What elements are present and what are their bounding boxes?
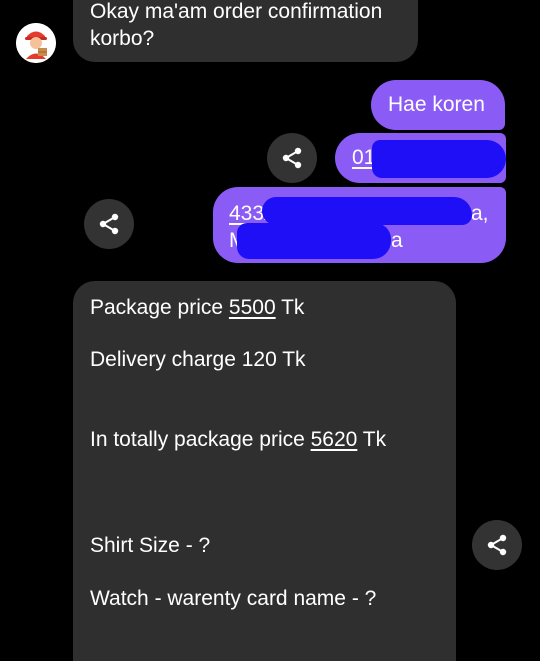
share-icon <box>99 213 119 235</box>
package-price-line: Package price 5500 Tk <box>90 296 305 319</box>
incoming-message-package-details[interactable]: Package price 5500 Tk Delivery charge 12… <box>73 281 456 661</box>
address-line1-end: a, <box>471 202 489 225</box>
message-text: Okay ma'am order confirmation <box>90 0 383 23</box>
package-price-value: 5500 <box>228 296 276 319</box>
redaction-mark <box>237 223 391 259</box>
share-button[interactable] <box>84 199 134 249</box>
total-price-value: 5620 <box>310 428 358 451</box>
redaction-mark <box>372 140 506 178</box>
share-button[interactable] <box>472 520 522 570</box>
redaction-mark <box>262 197 472 225</box>
address-line2-end: a <box>391 229 403 252</box>
outgoing-message-hae-koren[interactable]: Hae koren <box>371 80 505 130</box>
total-price-line: In totally package price 5620 Tk <box>90 428 387 451</box>
sender-avatar[interactable] <box>16 23 56 63</box>
share-icon <box>487 534 507 556</box>
delivery-charge-line: Delivery charge 120 Tk <box>90 348 306 371</box>
message-text: korbo? <box>90 27 155 50</box>
share-icon <box>282 147 302 169</box>
delivery-person-avatar-icon <box>16 23 56 63</box>
share-button[interactable] <box>267 133 317 183</box>
shirt-size-line: Shirt Size - ? <box>90 534 211 557</box>
watch-warranty-line: Watch - warenty card name - ? <box>90 587 377 610</box>
message-text: Hae koren <box>388 93 485 116</box>
incoming-message-order-confirmation[interactable]: Okay ma'am order confirmation korbo? <box>73 0 418 62</box>
